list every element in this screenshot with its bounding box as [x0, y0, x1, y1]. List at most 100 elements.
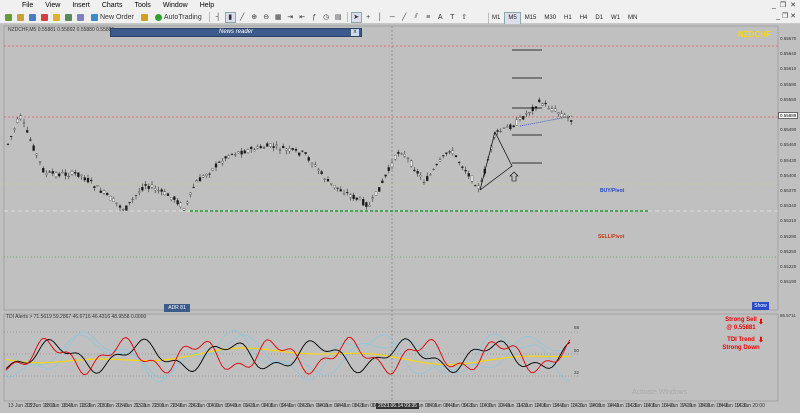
auto-scroll-button[interactable]: ⇥	[285, 12, 296, 23]
candle-body	[400, 153, 403, 155]
candle-body	[435, 164, 438, 166]
channel-button[interactable]: ⫽	[411, 12, 422, 23]
chart-canvas[interactable]: 68 50 32	[0, 24, 800, 413]
strategy-tester-button[interactable]	[75, 12, 86, 23]
candle-body	[61, 172, 64, 174]
candle-body	[192, 187, 195, 188]
adr-button[interactable]: ADR 81	[164, 304, 190, 312]
main-pane	[3, 25, 779, 311]
tdi-header: TDI Alerts > 71.5619 59.2867 46.6716 46.…	[6, 314, 147, 320]
news-reader-panel[interactable]: News reader x	[110, 28, 362, 37]
channel-icon: ⫽	[414, 13, 418, 20]
indicators-icon: ƒ	[312, 13, 317, 21]
candle-body	[298, 152, 301, 156]
indicators-button[interactable]: ƒ	[309, 12, 320, 23]
candle-body	[406, 157, 410, 160]
restore-icon[interactable]: ❐	[780, 0, 786, 11]
price-tick: 0.55340	[780, 203, 797, 209]
time-axis[interactable]: 13 Jun 2023 13 Jun 18:00 13 Jun 18:40 13 Ju…	[0, 401, 778, 413]
cursor-tool-button[interactable]: ➤	[350, 11, 362, 23]
candle-body	[45, 173, 48, 175]
price-axis[interactable]: 0.556700.556400.556100.555800.555500.555…	[778, 24, 800, 401]
bar-chart-button[interactable]: ┤	[213, 12, 224, 23]
candle-body	[451, 150, 454, 154]
text-tool-button[interactable]: A	[435, 12, 446, 23]
new-order-button[interactable]: New Order	[87, 12, 138, 23]
candle-body	[410, 160, 413, 167]
candle-body	[390, 162, 394, 168]
profiles-button[interactable]	[15, 12, 26, 23]
tester-icon	[77, 13, 84, 21]
candle-body	[563, 114, 566, 117]
candle-body	[106, 192, 109, 196]
candlestick-button[interactable]: ▮	[224, 11, 236, 23]
candle-body	[29, 139, 32, 141]
menu-insert[interactable]: Insert	[66, 0, 96, 11]
candle-body	[278, 149, 282, 151]
show-button[interactable]: Show	[752, 302, 769, 310]
horizontal-line-button[interactable]: ─	[387, 12, 398, 23]
chart-shift-button[interactable]: ⇤	[297, 12, 308, 23]
candle-body	[13, 128, 16, 130]
autotrading-button[interactable]: AutoTrading	[151, 12, 206, 23]
templates-button[interactable]: ▤	[333, 12, 344, 23]
meta-editor-button[interactable]	[139, 12, 150, 23]
new-chart-button[interactable]	[3, 12, 14, 23]
autotrading-icon	[154, 13, 162, 21]
price-tick: 0.55310	[780, 218, 797, 224]
menu-help[interactable]: Help	[194, 0, 220, 11]
navigator-button[interactable]	[51, 12, 62, 23]
label-tool-button[interactable]: T	[447, 12, 458, 23]
chart-window[interactable]: 68 50 32 NZDCHF,M5 0.55881 0.55892 0.55880…	[0, 24, 800, 413]
menu-window[interactable]: Window	[157, 0, 194, 11]
fibonacci-button[interactable]: ≡	[423, 12, 434, 23]
chart-shift-icon: ⇤	[299, 14, 306, 21]
candle-body	[115, 202, 118, 204]
price-tick: 0.55580	[780, 81, 797, 87]
close-icon[interactable]: ✕	[790, 0, 796, 11]
menu-charts[interactable]: Charts	[96, 0, 129, 11]
arrow-icon: ⇧	[461, 14, 468, 21]
candle-body	[186, 201, 189, 204]
menu-view[interactable]: View	[39, 0, 66, 11]
candle-body	[256, 146, 259, 149]
bar-chart-icon: ┤	[215, 13, 221, 21]
minimize-icon[interactable]: _	[772, 0, 776, 11]
candle-body	[230, 153, 234, 155]
trendline-button[interactable]: ╱	[399, 12, 410, 23]
candle-body	[371, 197, 374, 199]
news-close-button[interactable]: x	[351, 29, 359, 36]
activation-watermark: Activate Windows	[632, 389, 688, 396]
arrows-tool-button[interactable]: ⇧	[459, 12, 470, 23]
menu-file[interactable]: File	[16, 0, 39, 11]
vertical-line-icon: │	[378, 13, 383, 21]
data-window-button[interactable]	[39, 12, 50, 23]
candle-body	[54, 172, 58, 177]
menu-tools[interactable]: Tools	[128, 0, 156, 11]
candle-body	[458, 161, 461, 163]
menu-bar: File View Insert Charts Tools Window Help	[0, 0, 800, 11]
market-watch-button[interactable]	[27, 12, 38, 23]
candle-body	[218, 161, 221, 163]
crosshair-button[interactable]: +	[363, 12, 374, 23]
terminal-button[interactable]	[63, 12, 74, 23]
tile-windows-button[interactable]: ▦	[273, 12, 284, 23]
zoom-out-button[interactable]: ⊖	[261, 12, 272, 23]
candle-body	[464, 170, 467, 172]
candle-body	[237, 151, 240, 154]
chart-restore-icon[interactable]: _ ❐ ✕	[776, 13, 796, 20]
candle-body	[134, 195, 138, 197]
candle-body	[128, 201, 131, 203]
candlestick-icon: ▮	[228, 14, 233, 21]
candle-body	[93, 186, 96, 188]
vertical-line-button[interactable]: │	[375, 12, 386, 23]
line-chart-button[interactable]: ╱	[237, 12, 248, 23]
down-arrow-icon: ⬇	[758, 319, 764, 326]
candle-body	[544, 102, 547, 105]
candle-body	[419, 175, 422, 177]
periods-button[interactable]: ◷	[321, 12, 332, 23]
zoom-in-button[interactable]: ⊕	[249, 12, 260, 23]
candle-body	[96, 185, 99, 187]
candle-body	[515, 119, 518, 126]
candle-body	[22, 122, 26, 124]
